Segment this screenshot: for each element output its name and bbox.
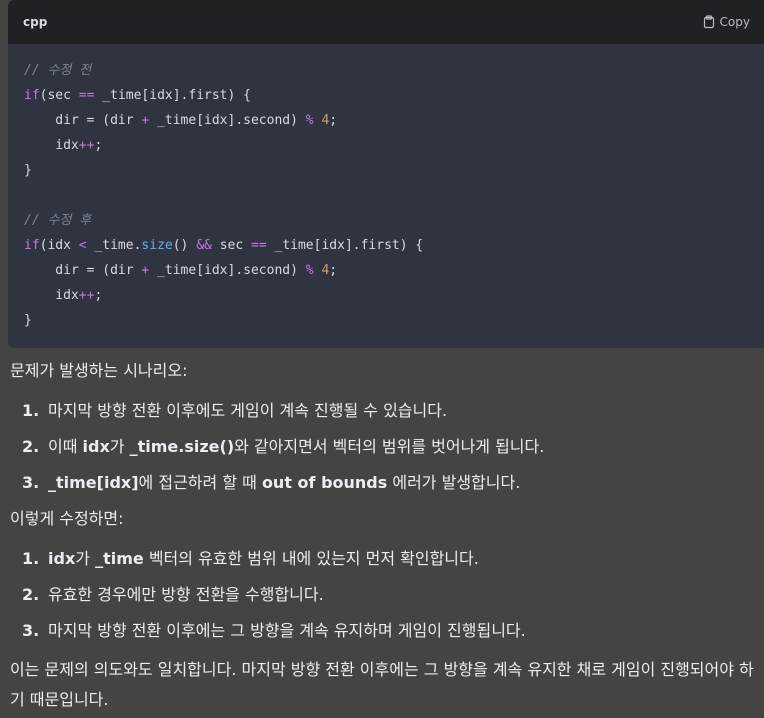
code-token: (idx (39, 238, 79, 253)
clipboard-icon (703, 15, 715, 29)
code-line: } (24, 158, 748, 183)
bold-text: _time.size() (129, 437, 235, 456)
code-block: cpp Copy // 수정 전 if(sec == _time[idx].fir… (8, 0, 764, 348)
code-line: // 수정 전 (24, 58, 748, 83)
code-token: (sec (39, 88, 79, 103)
code-token: if (24, 238, 40, 253)
code-token: idx (24, 138, 79, 153)
code-line: if(sec == _time[idx].first) { (24, 83, 748, 108)
code-line: idx++; (24, 283, 748, 308)
list-item: 1. 마지막 방향 전환 이후에도 게임이 계속 진행될 수 있습니다. (10, 399, 754, 423)
list-number: 1. (22, 549, 40, 568)
code-language-label: cpp (23, 15, 48, 29)
code-token: // 수정 후 (24, 213, 92, 228)
code-line: dir = (dir + _time[idx].second) % 4; (24, 258, 748, 283)
fix-intro: 이렇게 수정하면: (10, 509, 124, 528)
list-number: 1. (22, 401, 40, 420)
code-token: dir = (dir (24, 263, 142, 278)
list-text: 유효한 경우에만 방향 전환을 수행합니다. (48, 583, 324, 607)
code-token: // 수정 전 (24, 63, 92, 78)
text-span: 마지막 방향 전환 이후에도 게임이 계속 진행될 수 있습니다. (48, 401, 448, 420)
list-number: 2. (22, 585, 40, 604)
text-span: 이때 (48, 437, 83, 456)
code-token: == (251, 238, 267, 253)
list-text: idx가 _time 벡터의 유효한 범위 내에 있는지 먼저 확인합니다. (48, 547, 479, 571)
code-line: idx++; (24, 133, 748, 158)
list-number: 3. (22, 473, 40, 492)
code-token: _time[idx].first) { (94, 88, 251, 103)
text-span: 벡터의 유효한 범위 내에 있는지 먼저 확인합니다. (143, 549, 479, 568)
code-token: _time[idx].second) (149, 263, 306, 278)
code-body: // 수정 전 if(sec == _time[idx].first) { dir… (8, 44, 764, 333)
code-token: if (24, 88, 40, 103)
text-span: 가 (109, 437, 130, 456)
code-token: ; (329, 263, 338, 278)
text-span: 유효한 경우에만 방향 전환을 수행합니다. (48, 585, 324, 604)
code-token: } (24, 313, 32, 328)
code-token: dir = (dir (24, 113, 142, 128)
code-token: ++ (78, 288, 95, 303)
problem-list: 1. 마지막 방향 전환 이후에도 게임이 계속 진행될 수 있습니다. 2. 이때 … (10, 399, 754, 495)
text-span: 마지막 방향 전환 이후에는 그 방향을 계속 유지하며 게임이 진행됩니다. (48, 621, 526, 640)
code-token: () (172, 238, 197, 253)
code-line: dir = (dir + _time[idx].second) % 4; (24, 108, 748, 133)
code-token: _time. (86, 238, 142, 253)
text-span: 가 (75, 549, 96, 568)
message-text: 문제가 발생하는 시나리오: 1. 마지막 방향 전환 이후에도 게임이 계속 진… (10, 359, 754, 715)
bold-text: idx (82, 437, 110, 456)
fix-list: 1. idx가 _time 벡터의 유효한 범위 내에 있는지 먼저 확인합니다.… (10, 547, 754, 643)
list-text: _time[idx]에 접근하려 할 때 out of bounds 에러가 발… (48, 471, 520, 495)
bold-text: out of bounds (261, 473, 388, 492)
code-token: ; (329, 113, 338, 128)
code-line: if(idx < _time.size() && sec == _time[id… (24, 233, 748, 258)
text-span: 에러가 발생합니다. (387, 473, 521, 492)
list-text: 마지막 방향 전환 이후에는 그 방향을 계속 유지하며 게임이 진행됩니다. (48, 619, 526, 643)
code-token: ++ (78, 138, 95, 153)
code-token: } (24, 163, 32, 178)
list-item: 3. _time[idx]에 접근하려 할 때 out of bounds 에러가… (10, 471, 754, 495)
code-line: // 수정 후 (24, 208, 748, 233)
code-token: _time[idx].first) { (266, 238, 424, 253)
code-token: idx (24, 288, 79, 303)
code-token: && (196, 238, 212, 253)
text-span: 에 접근하려 할 때 (138, 473, 262, 492)
code-block-header: cpp Copy (8, 0, 764, 44)
code-token: < (78, 238, 87, 253)
code-token: sec (211, 238, 252, 253)
code-token: % (305, 113, 314, 128)
list-number: 2. (22, 437, 40, 456)
bold-text: idx (48, 549, 76, 568)
list-item: 3. 마지막 방향 전환 이후에는 그 방향을 계속 유지하며 게임이 진행됩니다… (10, 619, 754, 643)
code-token: == (78, 88, 95, 103)
list-text: 이때 idx가 _time.size()와 같아지면서 벡터의 범위를 벗어나게… (48, 435, 544, 459)
copy-code-label: Copy (719, 15, 750, 29)
list-text: 마지막 방향 전환 이후에도 게임이 계속 진행될 수 있습니다. (48, 399, 447, 423)
conclusion-paragraph: 이는 문제의 의도와도 일치합니다. 마지막 방향 전환 이후에는 그 방향을 … (10, 660, 754, 709)
code-token: ; (94, 138, 103, 153)
chat-message: cpp Copy // 수정 전 if(sec == _time[idx].fir… (0, 0, 764, 718)
list-item: 1. idx가 _time 벡터의 유효한 범위 내에 있는지 먼저 확인합니다. (10, 547, 754, 571)
code-token: _time[idx].second) (149, 113, 306, 128)
list-item: 2. 이때 idx가 _time.size()와 같아지면서 벡터의 범위를 벗어… (10, 435, 754, 459)
text-span: 와 같아지면서 벡터의 범위를 벗어나게 됩니다. (234, 437, 545, 456)
list-item: 2. 유효한 경우에만 방향 전환을 수행합니다. (10, 583, 754, 607)
problem-intro: 문제가 발생하는 시나리오: (10, 361, 188, 380)
code-line: } (24, 308, 748, 333)
code-token: size (141, 238, 173, 253)
list-number: 3. (22, 621, 40, 640)
code-token: % (305, 263, 314, 278)
code-token: ; (94, 288, 103, 303)
bold-text: _time[idx] (48, 473, 139, 492)
copy-code-button[interactable]: Copy (703, 15, 750, 29)
bold-text: _time (95, 549, 144, 568)
